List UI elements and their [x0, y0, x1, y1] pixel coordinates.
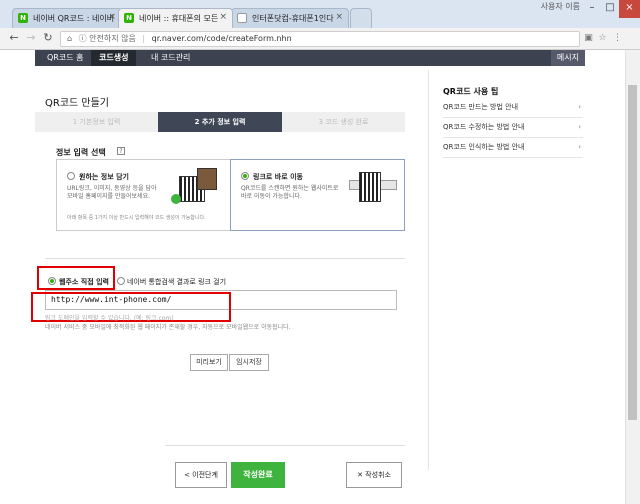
- section-label: 정보 입력 선택: [56, 148, 106, 157]
- step-3: 3 코드 생성 완료: [282, 112, 405, 132]
- extension-icon[interactable]: ▣: [583, 33, 594, 44]
- side-item-label: QR코드 만드는 방법 안내: [443, 103, 519, 111]
- cancel-button[interactable]: ✕ 작성취소: [346, 462, 402, 488]
- nav-my-codes[interactable]: 내 코드관리: [143, 50, 198, 66]
- preview-button[interactable]: 미리보기: [190, 354, 228, 371]
- radio-naver-search-label[interactable]: 네이버 통합검색 결과로 링크 걸기: [127, 277, 226, 287]
- browser-toolbar: ← → ↻ ⌂ ⓘ 안전하지 않음 | qr.naver.com/code/cr…: [0, 28, 640, 50]
- card-note: 아래 항목 중 1가지 이상 반드시 입력해야 코드 생성이 가능합니다.: [67, 215, 206, 221]
- divider: [165, 445, 405, 446]
- side-item-create[interactable]: QR코드 만드는 방법 안내 ›: [443, 98, 583, 118]
- naver-favicon-icon: N: [18, 13, 28, 23]
- minimize-icon[interactable]: –: [583, 0, 601, 18]
- close-icon[interactable]: ×: [108, 12, 116, 22]
- side-item-edit[interactable]: QR코드 수정하는 방법 안내 ›: [443, 118, 583, 138]
- tab-naver-phone[interactable]: N 네이버 :: 휴대폰의 모든 ×: [118, 8, 233, 28]
- help-icon[interactable]: ?: [117, 147, 125, 155]
- card-title: 원하는 정보 담기: [79, 173, 129, 181]
- radio-naver-search[interactable]: [117, 277, 125, 285]
- option-card-content[interactable]: 원하는 정보 담기 URL링크, 이미지, 동영상 등을 담아 모바일 홈페이지…: [56, 159, 231, 231]
- home-icon[interactable]: ⌂: [67, 34, 72, 43]
- window-close-icon[interactable]: ×: [619, 0, 640, 18]
- tab-intphone[interactable]: 인터폰닷컴-휴대폰1인다 ×: [231, 8, 349, 28]
- qr-code-icon: [359, 172, 381, 202]
- card-desc: URL링크, 이미지, 동영상 등을 담아: [67, 185, 157, 192]
- close-icon[interactable]: ×: [335, 12, 343, 22]
- side-item-scan[interactable]: QR코드 인식하는 방법 안내 ›: [443, 138, 583, 158]
- side-title: QR코드 사용 팁: [443, 87, 499, 96]
- bookmark-star-icon[interactable]: ☆: [597, 33, 608, 44]
- document-favicon-icon: [237, 13, 247, 23]
- option-card-link[interactable]: 링크로 바로 이동 QR코드를 스캔하면 원하는 웹사이트로 바로 이동이 가능…: [230, 159, 405, 231]
- tab-label: 인터폰닷컴-휴대폰1인다: [252, 14, 334, 23]
- reload-icon[interactable]: ↻: [41, 31, 55, 45]
- card-desc: 모바일 홈페이지를 만들어보세요.: [67, 193, 151, 200]
- nav-message[interactable]: 메시지: [550, 50, 585, 66]
- save-temp-button[interactable]: 임시저장: [229, 354, 269, 371]
- scrollbar-thumb[interactable]: [628, 85, 637, 420]
- tab-label: 네이버 :: 휴대폰의 모든: [139, 14, 219, 23]
- step-1: 1 기본정보 입력: [35, 112, 158, 132]
- step-2: 2 추가 정보 입력: [158, 112, 282, 132]
- radio-link[interactable]: [241, 172, 249, 180]
- browser-titlebar: N 네이버 QR코드 : 네이버 × N 네이버 :: 휴대폰의 모든 × 인터…: [0, 0, 640, 28]
- user-label[interactable]: 사용자 이름: [541, 1, 580, 12]
- card-desc: 바로 이동이 가능합니다.: [241, 193, 302, 200]
- info-icon[interactable]: ⓘ: [79, 34, 87, 43]
- menu-icon[interactable]: ⋮: [612, 33, 623, 44]
- security-label: 안전하지 않음: [89, 34, 136, 43]
- nav-create-code[interactable]: 코드생성: [91, 50, 137, 66]
- naver-favicon-icon: N: [124, 13, 134, 23]
- prev-step-button[interactable]: < 이전단계: [175, 462, 227, 488]
- chevron-right-icon: ›: [578, 103, 581, 111]
- new-tab-button[interactable]: [350, 8, 372, 28]
- url-hint: 링크 도메인을 입력할 수 있습니다. (예: 링크.com): [45, 315, 174, 322]
- tab-naver-qr[interactable]: N 네이버 QR코드 : 네이버 ×: [12, 8, 122, 28]
- divider: [45, 258, 405, 259]
- address-bar[interactable]: ⌂ ⓘ 안전하지 않음 | qr.naver.com/code/createFo…: [60, 31, 580, 47]
- photo-icon: [197, 168, 217, 190]
- back-icon[interactable]: ←: [7, 31, 21, 45]
- card-desc: QR코드를 스캔하면 원하는 웹사이트로: [241, 185, 339, 192]
- url-hint: 네이버 서비스 중 모바일에 최적화된 웹 페이지가 존재할 경우, 자동으로 …: [45, 324, 291, 331]
- card-title: 링크로 바로 이동: [253, 173, 303, 181]
- chevron-right-icon: ›: [578, 143, 581, 151]
- side-item-label: QR코드 인식하는 방법 안내: [443, 143, 525, 151]
- complete-button[interactable]: 작성완료: [231, 462, 285, 488]
- side-item-label: QR코드 수정하는 방법 안내: [443, 123, 525, 131]
- nav-qr-home[interactable]: QR코드 홈: [39, 50, 91, 66]
- close-icon[interactable]: ×: [219, 12, 227, 22]
- step-indicator: 1 기본정보 입력 2 추가 정보 입력 3 코드 생성 완료: [35, 112, 405, 132]
- highlight-box: [37, 266, 115, 290]
- url-text: qr.naver.com/code/createForm.nhn: [151, 34, 292, 43]
- site-nav: QR코드 홈 코드생성 내 코드관리 메시지: [35, 50, 585, 66]
- chevron-right-icon: ›: [578, 123, 581, 131]
- maximize-icon[interactable]: □: [601, 0, 619, 18]
- radio-content[interactable]: [67, 172, 75, 180]
- tab-label: 네이버 QR코드 : 네이버: [33, 14, 115, 23]
- page-title: QR코드 만들기: [45, 98, 109, 109]
- check-icon: [171, 194, 181, 204]
- forward-icon[interactable]: →: [24, 31, 38, 45]
